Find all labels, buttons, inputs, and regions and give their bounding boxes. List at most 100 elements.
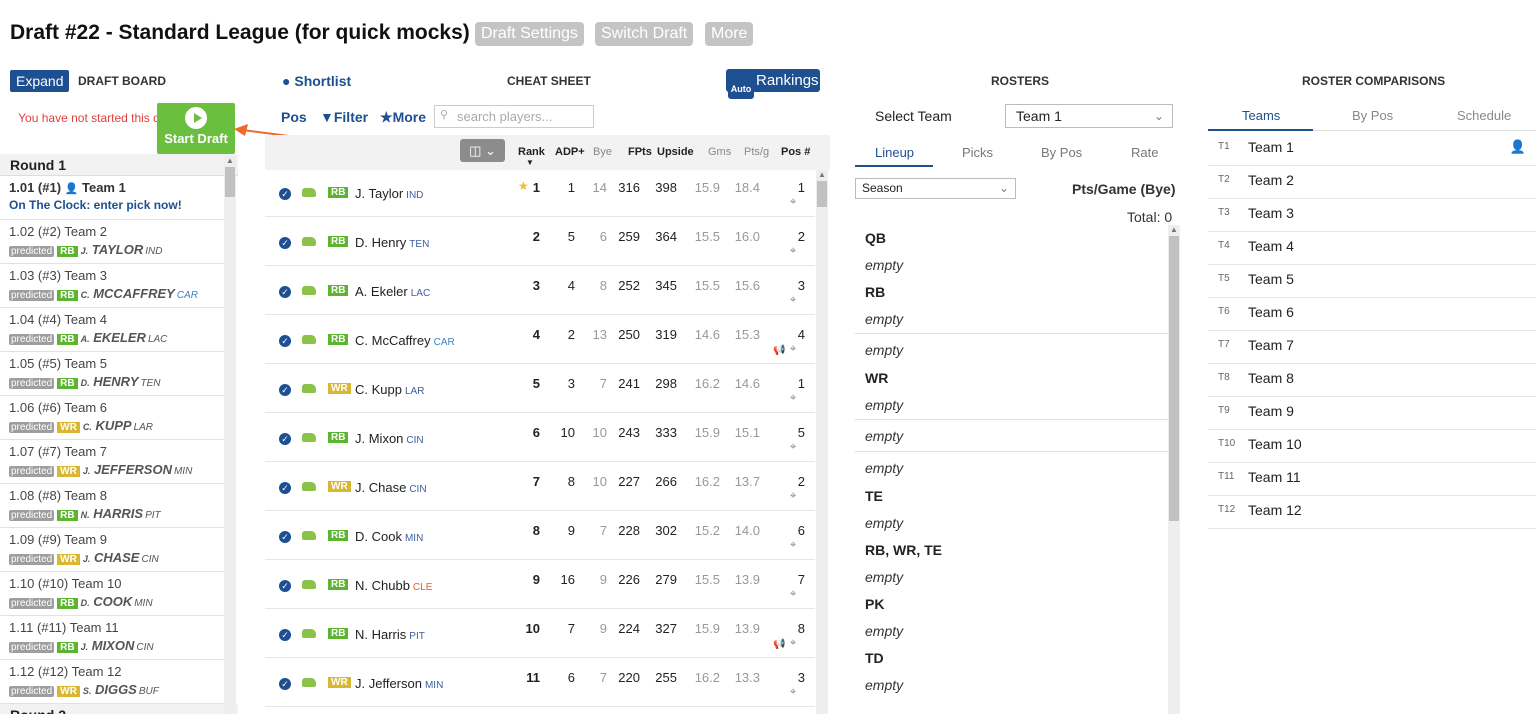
empty-slot[interactable]: empty bbox=[855, 252, 1168, 279]
pick-row[interactable]: 1.07 (#7) Team 7 predicted WR J. JEFFERSON M… bbox=[0, 440, 224, 484]
tab-picks[interactable]: Picks bbox=[962, 145, 993, 160]
team-row[interactable]: T9 Team 9 bbox=[1208, 397, 1536, 430]
crosshair-icon[interactable]: ⌖ bbox=[790, 686, 796, 699]
scroll-thumb[interactable] bbox=[225, 167, 235, 197]
scroll-up-icon[interactable]: ▲ bbox=[816, 170, 828, 179]
player-name[interactable]: J. Chase CIN bbox=[355, 480, 427, 495]
shortlist-car-icon[interactable] bbox=[302, 531, 316, 540]
news-icon[interactable]: 📢 bbox=[773, 639, 785, 650]
shortlist-car-icon[interactable] bbox=[302, 286, 316, 295]
col-pos-num[interactable]: Pos # bbox=[781, 146, 810, 158]
pick-row[interactable]: 1.03 (#3) Team 3 predicted RB C. MCCAFFREY C… bbox=[0, 264, 224, 308]
pick-row[interactable]: 1.02 (#2) Team 2 predicted RB J. TAYLOR IND bbox=[0, 220, 224, 264]
player-name[interactable]: J. Jefferson MIN bbox=[355, 676, 443, 691]
tab-by-pos-comparison[interactable]: By Pos bbox=[1352, 108, 1393, 123]
crosshair-icon[interactable]: ⌖ bbox=[790, 294, 796, 307]
checked-icon[interactable]: ✓ bbox=[279, 335, 291, 347]
col-adp[interactable]: ADP+ bbox=[555, 146, 585, 158]
empty-slot[interactable]: empty bbox=[855, 672, 1168, 699]
team-row[interactable]: T2 Team 2 bbox=[1208, 166, 1536, 199]
scroll-thumb[interactable] bbox=[817, 181, 827, 207]
shortlist-car-icon[interactable] bbox=[302, 384, 316, 393]
player-row[interactable]: ✓ RB D. Henry TEN 2 5 6 259 364 15.5 16.0 2 ⌖ bbox=[265, 217, 815, 266]
crosshair-icon[interactable]: ⌖ bbox=[790, 441, 796, 454]
crosshair-icon[interactable]: ⌖ bbox=[790, 539, 796, 552]
current-pick[interactable]: 1.01 (#1) 👤 Team 1 On The Clock: enter p… bbox=[0, 176, 224, 220]
player-row[interactable]: ✓ WR J. Jefferson MIN 11 6 7 220 255 16.2 13.3 3 ⌖ bbox=[265, 658, 815, 707]
shortlist-car-icon[interactable] bbox=[302, 188, 316, 197]
board-scrollbar[interactable]: ▲ bbox=[224, 156, 236, 714]
col-upside[interactable]: Upside bbox=[657, 146, 694, 158]
filter-button[interactable]: ▼Filter bbox=[320, 109, 368, 125]
columns-button[interactable]: ◫ ⌄ bbox=[460, 139, 505, 162]
shortlist-car-icon[interactable] bbox=[302, 433, 316, 442]
player-row[interactable]: ✓ WR C. Kupp LAR 5 3 7 241 298 16.2 14.6 1 ⌖ bbox=[265, 364, 815, 413]
start-draft-button[interactable]: Start Draft bbox=[157, 103, 235, 154]
col-ptsg[interactable]: Pts/g bbox=[744, 146, 769, 158]
tab-by-pos[interactable]: By Pos bbox=[1041, 145, 1082, 160]
shortlist-car-icon[interactable] bbox=[302, 482, 316, 491]
pick-row[interactable]: 1.10 (#10) Team 10 predicted RB D. COOK MIN bbox=[0, 572, 224, 616]
player-name[interactable]: N. Harris PIT bbox=[355, 627, 425, 642]
checked-icon[interactable]: ✓ bbox=[279, 580, 291, 592]
scroll-thumb[interactable] bbox=[1169, 236, 1179, 521]
pos-filter[interactable]: Pos bbox=[281, 109, 307, 125]
checked-icon[interactable]: ✓ bbox=[279, 678, 291, 690]
empty-slot[interactable]: empty bbox=[855, 419, 1168, 451]
roster-scrollbar[interactable]: ▲ bbox=[1168, 225, 1180, 714]
season-select[interactable]: Season ⌄ bbox=[855, 178, 1016, 199]
pick-row[interactable]: 1.06 (#6) Team 6 predicted WR C. KUPP LAR bbox=[0, 396, 224, 440]
empty-slot[interactable]: empty bbox=[855, 392, 1168, 419]
pick-row[interactable]: 1.09 (#9) Team 9 predicted WR J. CHASE CIN bbox=[0, 528, 224, 572]
checked-icon[interactable]: ✓ bbox=[279, 237, 291, 249]
empty-slot[interactable]: empty bbox=[855, 451, 1168, 483]
player-name[interactable]: N. Chubb CLE bbox=[355, 578, 432, 593]
checked-icon[interactable]: ✓ bbox=[279, 433, 291, 445]
checked-icon[interactable]: ✓ bbox=[279, 629, 291, 641]
shortlist-car-icon[interactable] bbox=[302, 678, 316, 687]
player-row[interactable]: ✓ RB A. Ekeler LAC 3 4 8 252 345 15.5 15.6 3 ⌖ bbox=[265, 266, 815, 315]
crosshair-icon[interactable]: ⌖ bbox=[790, 392, 796, 405]
checked-icon[interactable]: ✓ bbox=[279, 384, 291, 396]
player-row[interactable]: ✓ RB D. Cook MIN 8 9 7 228 302 15.2 14.0 6 ⌖ bbox=[265, 511, 815, 560]
player-row[interactable]: ✓ RB J. Taylor IND ★ 1 1 14 316 398 15.9 18.4 1 ⌖ bbox=[265, 168, 815, 217]
checked-icon[interactable]: ✓ bbox=[279, 531, 291, 543]
col-rank[interactable]: Rank bbox=[518, 146, 545, 158]
scroll-up-icon[interactable]: ▲ bbox=[224, 156, 236, 165]
empty-slot[interactable]: empty bbox=[855, 333, 1168, 365]
tab-schedule[interactable]: Schedule bbox=[1457, 108, 1511, 123]
team-row[interactable]: T12 Team 12 bbox=[1208, 496, 1536, 529]
pick-row[interactable]: 1.04 (#4) Team 4 predicted RB A. EKELER LAC bbox=[0, 308, 224, 352]
team-row[interactable]: T7 Team 7 bbox=[1208, 331, 1536, 364]
tab-teams[interactable]: Teams bbox=[1242, 108, 1280, 123]
player-row[interactable]: ✓ RB J. Mixon CIN 6 10 10 243 333 15.9 15.1 5 ⌖ bbox=[265, 413, 815, 462]
pick-row[interactable]: 1.08 (#8) Team 8 predicted RB N. HARRIS PIT bbox=[0, 484, 224, 528]
empty-slot[interactable]: empty bbox=[855, 564, 1168, 591]
more-button[interactable]: More bbox=[705, 22, 754, 46]
shortlist-link[interactable]: ● Shortlist bbox=[282, 73, 351, 89]
player-name[interactable]: C. Kupp LAR bbox=[355, 382, 424, 397]
team-row[interactable]: T4 Team 4 bbox=[1208, 232, 1536, 265]
team-row[interactable]: T1 Team 1 👤 bbox=[1208, 133, 1536, 166]
col-bye[interactable]: Bye bbox=[593, 146, 612, 158]
empty-slot[interactable]: empty bbox=[855, 306, 1168, 333]
team-row[interactable]: T8 Team 8 bbox=[1208, 364, 1536, 397]
team-row[interactable]: T3 Team 3 bbox=[1208, 199, 1536, 232]
search-input[interactable]: search players... bbox=[434, 105, 594, 128]
crosshair-icon[interactable]: ⌖ bbox=[790, 245, 796, 258]
player-name[interactable]: J. Taylor IND bbox=[355, 186, 423, 201]
news-icon[interactable]: 📢 bbox=[773, 345, 785, 356]
col-fpts[interactable]: FPts bbox=[628, 146, 652, 158]
player-name[interactable]: D. Henry TEN bbox=[355, 235, 429, 250]
pick-row[interactable]: 1.11 (#11) Team 11 predicted RB J. MIXON CIN bbox=[0, 616, 224, 660]
empty-slot[interactable]: empty bbox=[855, 510, 1168, 537]
player-row[interactable]: ✓ RB N. Chubb CLE 9 16 9 226 279 15.5 13.9 7 ⌖ bbox=[265, 560, 815, 609]
crosshair-icon[interactable]: ⌖ bbox=[790, 490, 796, 503]
tab-lineup[interactable]: Lineup bbox=[875, 145, 914, 160]
draft-settings-button[interactable]: Draft Settings bbox=[475, 22, 584, 46]
players-scrollbar[interactable]: ▲ bbox=[816, 170, 828, 714]
expand-button[interactable]: Expand bbox=[10, 70, 70, 92]
empty-slot[interactable]: empty bbox=[855, 618, 1168, 645]
more-options-button[interactable]: ★More bbox=[380, 109, 426, 126]
crosshair-icon[interactable]: ⌖ bbox=[790, 196, 796, 209]
